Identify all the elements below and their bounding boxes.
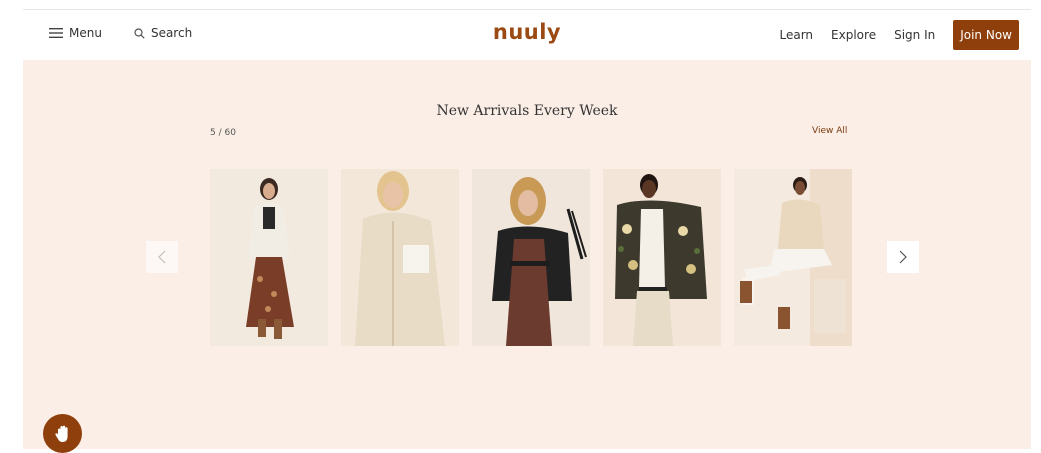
- chevron-right-icon: [899, 250, 907, 264]
- join-now-button[interactable]: Join Now: [953, 20, 1019, 50]
- header-right-nav: Learn Explore Sign In Join Now: [780, 20, 1019, 50]
- sign-in-link[interactable]: Sign In: [894, 28, 935, 42]
- carousel-next-button[interactable]: [887, 241, 919, 273]
- accessibility-widget-button[interactable]: [43, 414, 82, 453]
- product-image: [210, 169, 328, 346]
- new-arrivals-section: New Arrivals Every Week 5 / 60 View All: [23, 60, 1031, 449]
- learn-link[interactable]: Learn: [780, 28, 814, 42]
- chevron-left-icon: [158, 250, 166, 264]
- site-header: Menu Search nuuly Learn Explore Sign In …: [23, 10, 1031, 60]
- hand-wave-icon: [54, 425, 68, 442]
- view-all-link[interactable]: View All: [812, 126, 847, 136]
- section-title: New Arrivals Every Week: [436, 103, 618, 119]
- product-card-print-blazer[interactable]: [603, 169, 721, 346]
- product-card-floral-skirt[interactable]: [210, 169, 328, 346]
- product-image: [341, 169, 459, 346]
- product-card-sherpa-jacket[interactable]: [341, 169, 459, 346]
- carousel-counter: 5 / 60: [210, 128, 236, 138]
- product-image: [472, 169, 590, 346]
- explore-link[interactable]: Explore: [831, 28, 876, 42]
- product-image: [734, 169, 852, 346]
- product-card-fringe-leather-jacket[interactable]: [472, 169, 590, 346]
- product-card-cream-jacket[interactable]: [734, 169, 852, 346]
- carousel-prev-button[interactable]: [146, 241, 178, 273]
- product-image: [603, 169, 721, 346]
